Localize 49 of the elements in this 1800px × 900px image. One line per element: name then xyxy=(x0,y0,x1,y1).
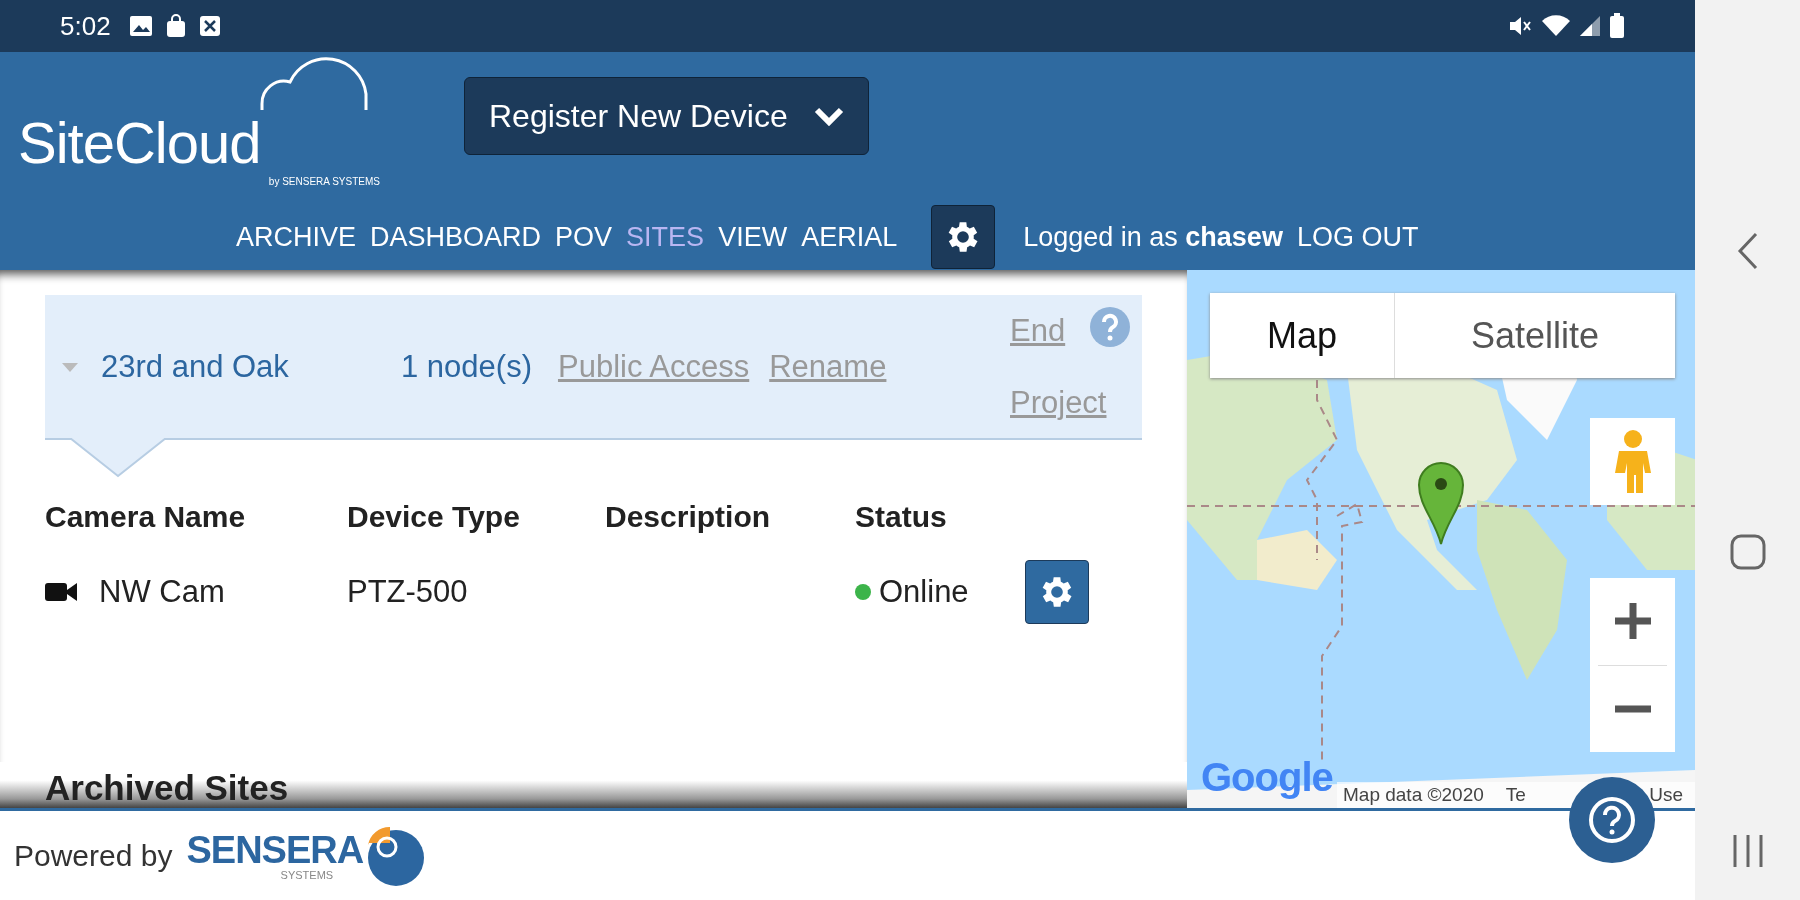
battery-icon xyxy=(1609,13,1625,39)
mute-icon xyxy=(1507,14,1533,38)
brand-subtitle: SYSTEMS xyxy=(280,868,334,881)
camera-settings-button[interactable] xyxy=(1025,560,1089,624)
home-icon[interactable] xyxy=(1729,534,1766,570)
bag-icon xyxy=(164,14,187,38)
status-time: 5:02 xyxy=(60,10,111,42)
login-status: Logged in as chasew xyxy=(1023,222,1283,253)
powered-by-label: Powered by xyxy=(14,838,173,873)
map-attribution: Te xyxy=(1505,784,1526,806)
video-camera-icon xyxy=(45,581,77,603)
logo-text: SiteCloud xyxy=(18,114,261,172)
nav-link[interactable]: VIEW xyxy=(718,222,788,253)
map-logo: Google xyxy=(1201,755,1333,800)
table-cell: Online xyxy=(879,574,969,610)
help-icon xyxy=(1587,795,1637,845)
map-type-tab[interactable]: Map xyxy=(1210,293,1395,378)
back-icon[interactable] xyxy=(1735,231,1760,272)
nav-link[interactable]: POV xyxy=(555,222,613,253)
site-name[interactable]: 23rd and Oak xyxy=(101,348,401,385)
brand-name: SENSERA xyxy=(186,830,364,869)
logo-tagline: by SENSERA SYSTEMS xyxy=(268,176,380,187)
signal-icon xyxy=(1579,15,1601,37)
column-header: Description xyxy=(605,500,772,534)
table-cell: NW Cam xyxy=(99,574,225,610)
nav-link[interactable]: ARCHIVE xyxy=(236,222,357,253)
column-header: Device Type xyxy=(347,500,521,534)
nav-link[interactable]: DASHBOARD xyxy=(370,222,542,253)
column-header: Camera Name xyxy=(45,500,247,534)
chevron-down-icon xyxy=(813,106,844,126)
notification-icon xyxy=(198,15,221,37)
map-type-tab[interactable]: Satellite xyxy=(1395,293,1675,378)
node-count: 1 node(s) xyxy=(401,348,532,385)
map-attribution: Use xyxy=(1649,784,1683,806)
plus-icon xyxy=(1612,601,1653,642)
settings-button[interactable] xyxy=(931,205,996,270)
minus-icon xyxy=(1612,704,1653,713)
map-attribution: Map data ©2020 xyxy=(1343,784,1484,806)
image-icon xyxy=(128,15,153,37)
person-icon xyxy=(1612,428,1653,495)
nav-link[interactable]: SITES xyxy=(626,222,705,253)
wifi-icon xyxy=(1541,14,1571,38)
register-device-dropdown[interactable]: Register New Device xyxy=(464,77,869,155)
nav-link[interactable]: AERIAL xyxy=(801,222,898,253)
table-cell-text: PTZ-500 xyxy=(347,574,469,610)
section-heading: Archived Sites xyxy=(45,768,289,808)
column-header: Status xyxy=(855,500,948,534)
logout-link[interactable]: LOG OUT xyxy=(1296,222,1419,253)
map-pin-icon xyxy=(1417,460,1465,546)
